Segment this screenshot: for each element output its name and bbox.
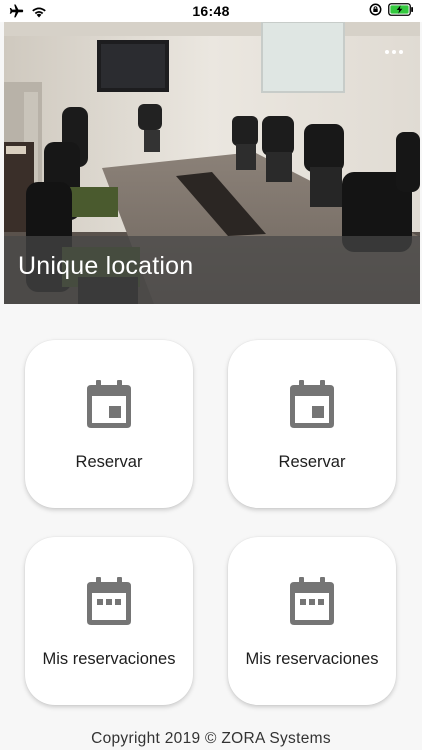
orientation-lock-icon	[369, 3, 382, 21]
more-options-button[interactable]	[382, 46, 406, 58]
status-right	[369, 3, 414, 21]
status-bar: 16:48	[0, 0, 422, 22]
reservar-label: Reservar	[278, 453, 346, 471]
calendar-dots-icon	[290, 577, 334, 625]
status-time: 16:48	[192, 3, 230, 19]
calendar-dots-icon	[87, 577, 131, 625]
calendar-event-icon	[87, 380, 131, 428]
mis-reservaciones-card[interactable]: Mis reservaciones	[25, 537, 193, 705]
more-horizontal-icon-dot	[399, 50, 403, 54]
app-screen: 16:48 Unique location Reservar Reservar …	[0, 0, 422, 750]
more-horizontal-icon-dot	[392, 50, 396, 54]
calendar-event-icon	[290, 380, 334, 428]
title-overlay: Unique location	[4, 236, 420, 304]
copyright-footer: Copyright 2019 © ZORA Systems	[91, 730, 331, 747]
reservar-card[interactable]: Reservar	[228, 340, 396, 508]
reservar-label: Reservar	[75, 453, 143, 471]
mis-reservaciones-card[interactable]: Mis reservaciones	[228, 537, 396, 705]
header-image: Unique location	[4, 22, 420, 304]
location-title: Unique location	[18, 252, 194, 280]
mis-reservaciones-label: Mis reservaciones	[245, 650, 379, 668]
mis-reservaciones-label: Mis reservaciones	[42, 650, 176, 668]
more-horizontal-icon	[385, 50, 389, 54]
battery-charging-icon	[388, 3, 414, 21]
reservar-card[interactable]: Reservar	[25, 340, 193, 508]
